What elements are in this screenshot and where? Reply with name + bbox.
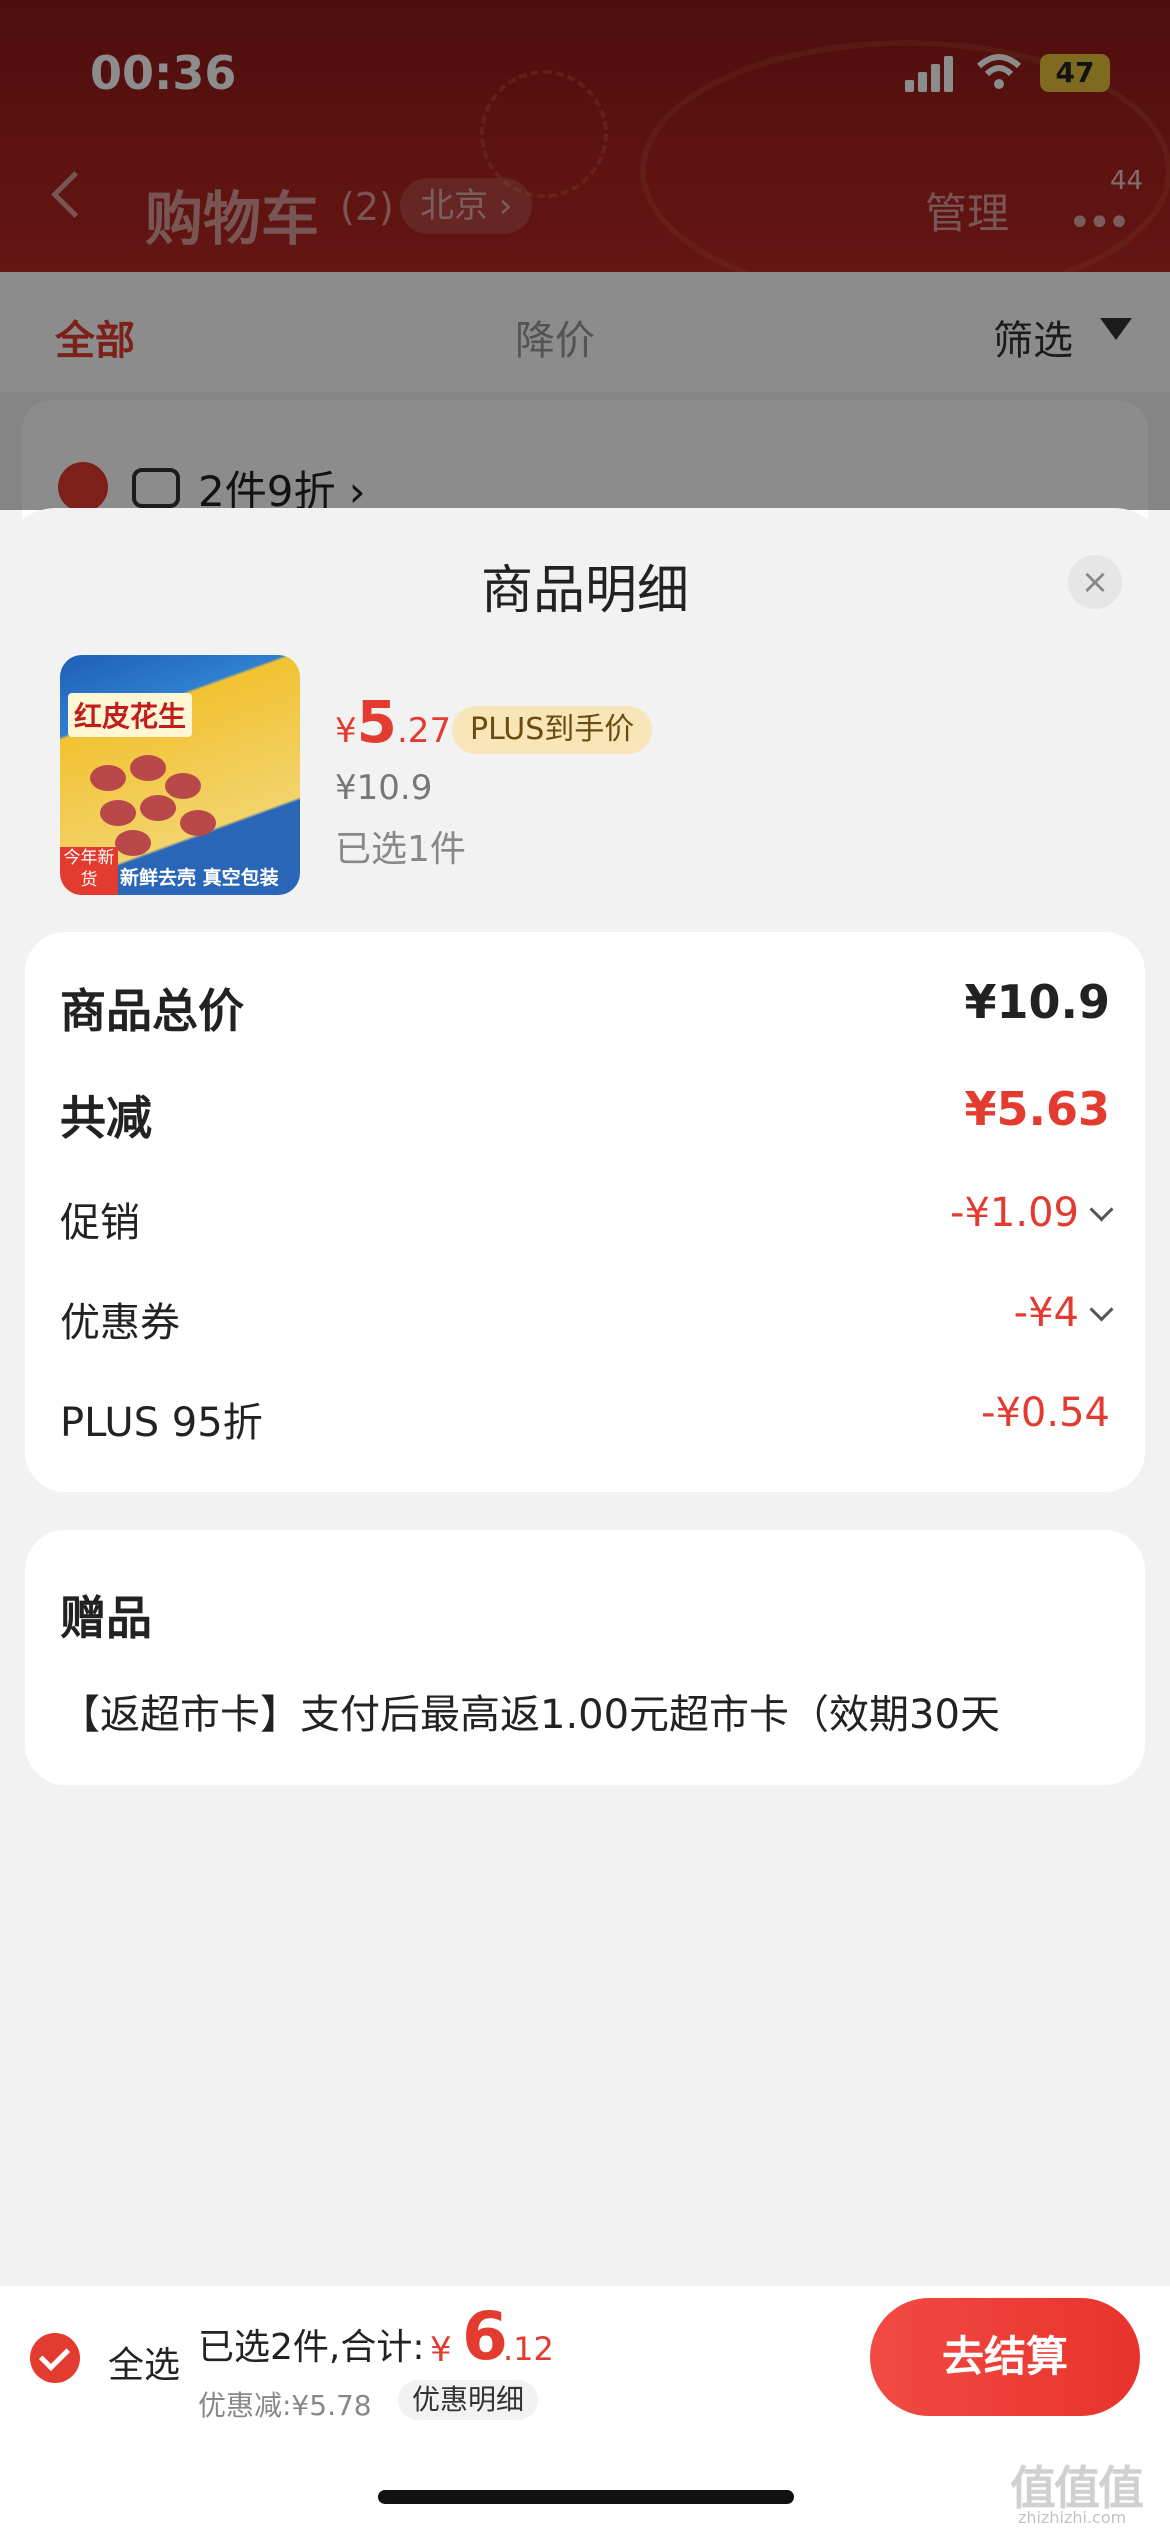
select-all-label[interactable]: 全选 xyxy=(108,2336,180,2388)
gift-card xyxy=(25,1530,1145,1785)
original-price: ¥10.9 xyxy=(335,768,433,808)
total-reduce-row: 共减 ¥5.63 xyxy=(60,1082,1110,1145)
total-yen: ¥ xyxy=(430,2330,452,2370)
coupon-row[interactable]: 优惠券 -¥4 xyxy=(60,1290,1114,1350)
total-reduce-value: ¥5.63 xyxy=(964,1082,1110,1136)
total-amount-int: 6 xyxy=(462,2298,508,2375)
product-image-title: 红皮花生 xyxy=(68,693,193,737)
total-price-row: 商品总价 ¥10.9 xyxy=(60,975,1110,1038)
selected-count: 已选1件 xyxy=(335,829,466,870)
promo-label: 促销 xyxy=(60,1200,140,1246)
product-price: ¥5.27 xyxy=(335,688,452,756)
promo-value: -¥1.09 xyxy=(950,1190,1079,1236)
promo-row[interactable]: 促销 -¥1.09 xyxy=(60,1190,1114,1250)
gift-title: 赠品 xyxy=(60,1591,152,1645)
total-summary-label: 已选2件,合计: xyxy=(198,2327,425,2368)
product-image-banner: 新鲜去壳 真空包装 xyxy=(120,867,279,889)
product-thumbnail[interactable]: 红皮花生 今年新货 新鲜去壳 真空包装 xyxy=(60,655,300,895)
promo-value-wrap: -¥1.09 xyxy=(950,1190,1114,1236)
plus-discount-label: PLUS 95折 xyxy=(60,1400,263,1446)
total-price-value: ¥10.9 xyxy=(964,975,1110,1029)
total-price-label: 商品总价 xyxy=(60,984,244,1038)
coupon-value-wrap: -¥4 xyxy=(1013,1290,1114,1336)
total-amount-dec: .12 xyxy=(503,2330,554,2368)
total-reduce-label: 共减 xyxy=(60,1091,152,1145)
discount-detail-button[interactable]: 优惠明细 xyxy=(398,2380,539,2420)
coupon-label: 优惠券 xyxy=(60,1300,180,1346)
home-indicator[interactable] xyxy=(378,2490,794,2504)
close-icon[interactable]: × xyxy=(1068,555,1122,609)
select-all-check-icon[interactable] xyxy=(30,2333,80,2383)
discount-summary: 优惠减:¥5.78 xyxy=(198,2389,372,2422)
plus-discount-value: -¥0.54 xyxy=(981,1390,1110,1436)
checkout-button[interactable]: 去结算 xyxy=(870,2298,1140,2416)
watermark-url: zhizhizhi.com xyxy=(1018,2508,1127,2527)
plus-price-tag: PLUS到手价 xyxy=(452,706,653,754)
chevron-down-icon[interactable] xyxy=(1089,1197,1114,1222)
chevron-down-icon[interactable] xyxy=(1089,1297,1114,1322)
product-image-new-tag: 今年新货 xyxy=(60,847,118,895)
coupon-value: -¥4 xyxy=(1013,1290,1079,1336)
gift-description: 【返超市卡】支付后最高返1.00元超市卡（效期30天 xyxy=(60,1692,1000,1738)
sheet-title: 商品明细 xyxy=(480,561,689,621)
plus-discount-row: PLUS 95折 -¥0.54 xyxy=(60,1390,1110,1450)
modal-overlay[interactable] xyxy=(0,0,1170,510)
